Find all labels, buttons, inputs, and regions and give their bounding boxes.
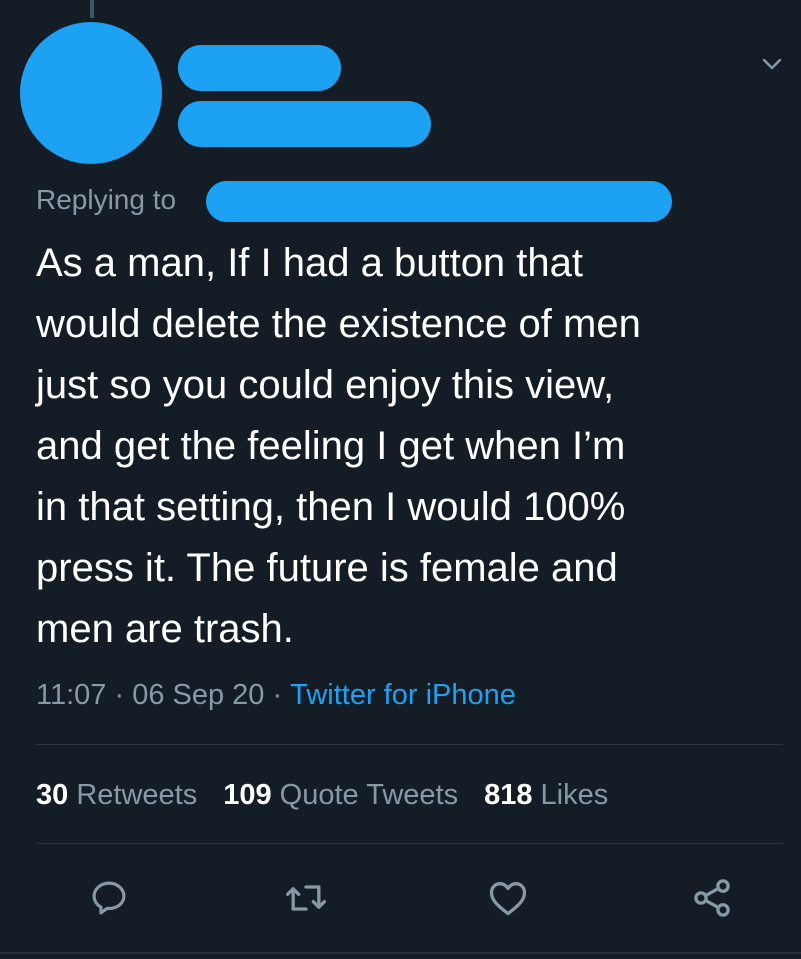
- divider: [36, 744, 783, 745]
- redacted-username[interactable]: [178, 101, 431, 147]
- tweet-meta: 11:07 · 06 Sep 20 · Twitter for iPhone: [36, 673, 516, 717]
- likes-stat[interactable]: 818 Likes: [484, 779, 608, 812]
- tweet-text: As a man, If I had a button that would d…: [36, 241, 641, 651]
- reply-icon: [92, 881, 126, 915]
- retweets-count: 30: [36, 778, 69, 811]
- heart-icon: [489, 882, 527, 916]
- redacted-reply-target[interactable]: [206, 181, 672, 222]
- retweet-button[interactable]: [283, 875, 329, 921]
- retweets-label: Retweets: [76, 778, 198, 811]
- tweet-date: 06 Sep 20: [132, 678, 265, 711]
- reply-button[interactable]: [86, 875, 132, 921]
- quote-tweets-stat[interactable]: 109 Quote Tweets: [223, 779, 458, 812]
- quotes-label: Quote Tweets: [279, 778, 459, 811]
- divider: [36, 843, 783, 844]
- engagement-stats: 30 Retweets 109 Quote Tweets 818 Likes: [36, 773, 608, 817]
- thread-line: [90, 0, 94, 18]
- divider: [0, 952, 801, 954]
- share-button[interactable]: [689, 875, 735, 921]
- replying-to: Replying to: [36, 180, 176, 220]
- retweet-icon: [286, 885, 326, 911]
- share-icon: [694, 879, 730, 917]
- redacted-display-name[interactable]: [178, 45, 341, 91]
- tweet-time: 11:07: [36, 678, 107, 711]
- retweets-stat[interactable]: 30 Retweets: [36, 779, 197, 812]
- chevron-down-icon[interactable]: [760, 52, 784, 76]
- likes-label: Likes: [540, 778, 609, 811]
- avatar[interactable]: [20, 22, 162, 164]
- likes-count: 818: [484, 778, 533, 811]
- tweet-source-link[interactable]: Twitter for iPhone: [290, 679, 516, 712]
- meta-separator: ·: [106, 678, 133, 711]
- like-button[interactable]: [485, 875, 531, 921]
- meta-separator: ·: [264, 678, 291, 711]
- replying-to-label: Replying to: [36, 184, 177, 215]
- quotes-count: 109: [223, 778, 272, 811]
